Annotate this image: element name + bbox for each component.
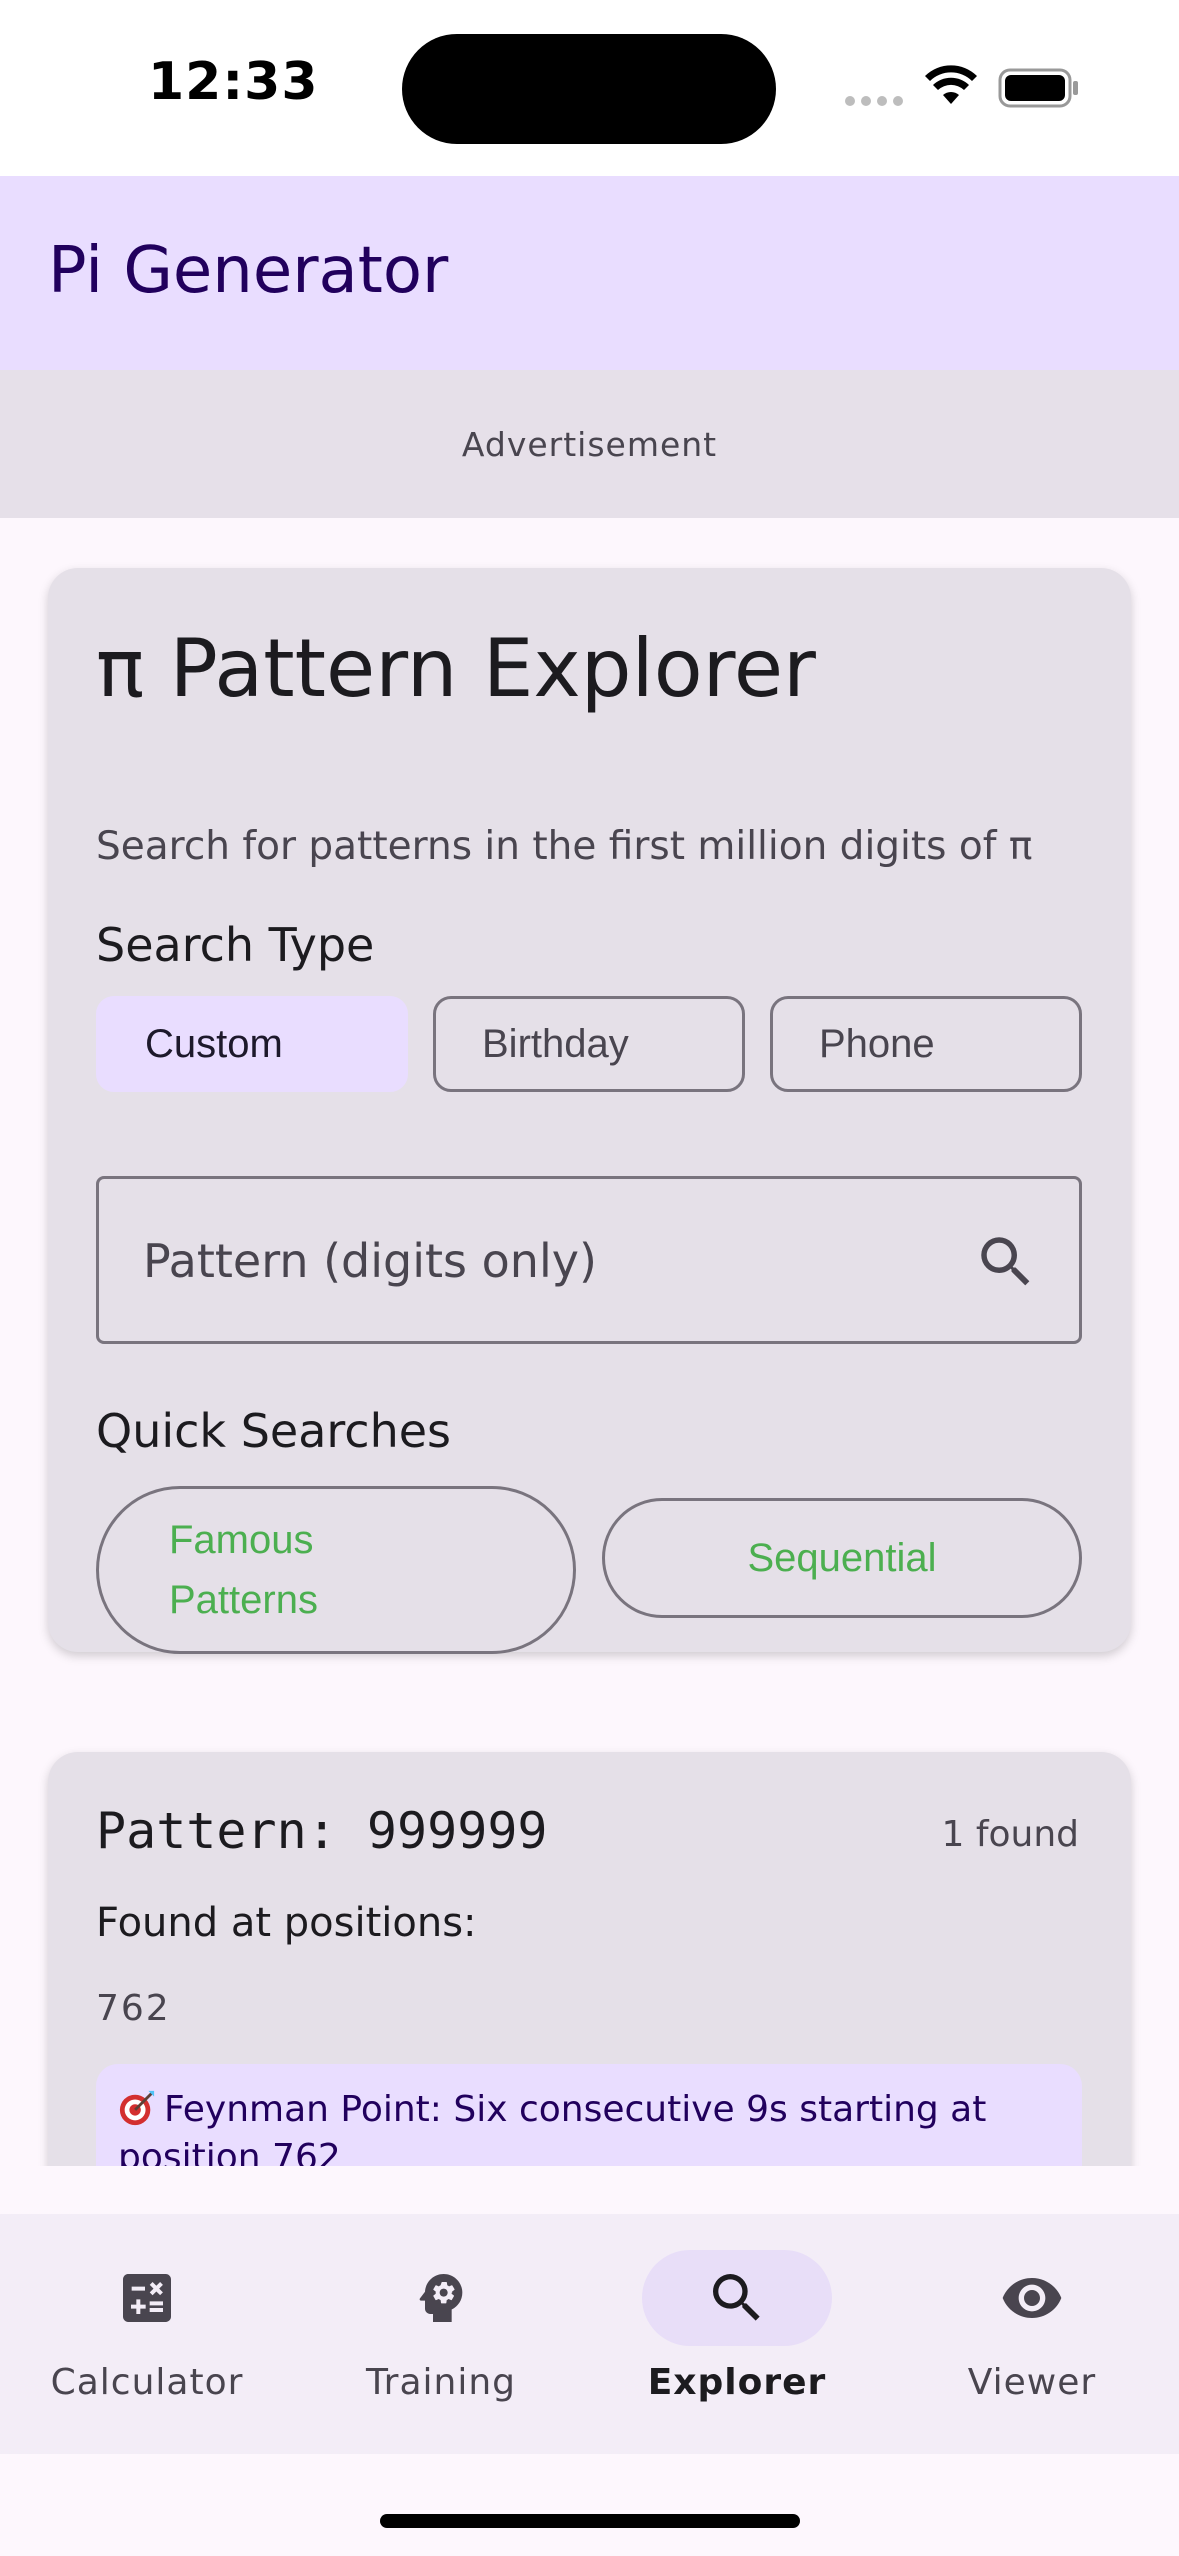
nav-label: Explorer	[647, 2362, 827, 2403]
scroll-content[interactable]: π Pattern Explorer Search for patterns i…	[0, 518, 1179, 2166]
pattern-title: Pattern: 999999	[96, 1802, 548, 1860]
search-type-label: Search Type	[96, 918, 375, 972]
segment-birthday[interactable]: Birthday	[433, 996, 745, 1092]
quick-search-famous-patterns[interactable]: Famous Patterns	[96, 1486, 576, 1654]
search-icon[interactable]	[973, 1229, 1039, 1295]
ad-banner[interactable]: Advertisement	[0, 370, 1179, 518]
nav-label: Calculator	[50, 2362, 244, 2403]
quick-searches-label: Quick Searches	[96, 1404, 451, 1458]
cellular-signal-icon	[845, 96, 905, 108]
found-count: 1 found	[941, 1814, 1079, 1855]
nav-label: Training	[365, 2362, 517, 2403]
calculator-icon	[123, 2274, 171, 2322]
ad-label: Advertisement	[461, 424, 718, 464]
wifi-icon	[925, 65, 977, 104]
segment-phone[interactable]: Phone	[770, 996, 1082, 1092]
status-time: 12:33	[148, 52, 319, 112]
app-bar: Pi Generator	[0, 176, 1179, 370]
note-text: Feynman Point: Six consecutive 9s starti…	[118, 2086, 1058, 2166]
nav-label: Viewer	[967, 2362, 1097, 2403]
nav-item-calculator[interactable]: Calculator	[0, 2214, 294, 2454]
pattern-explorer-card: π Pattern Explorer Search for patterns i…	[48, 568, 1131, 1654]
card-title: π Pattern Explorer	[96, 622, 816, 715]
results-card: Pattern: 999999 1 found Found at positio…	[48, 1752, 1131, 2166]
nav-item-viewer[interactable]: Viewer	[885, 2214, 1179, 2454]
pattern-input[interactable]	[143, 1219, 923, 1303]
quick-search-sequential[interactable]: Sequential	[602, 1498, 1082, 1618]
search-icon	[713, 2274, 760, 2321]
status-bar: 12:33	[0, 0, 1179, 176]
card-subtitle: Search for patterns in the first million…	[96, 824, 1033, 869]
positions-list: 762	[96, 1988, 171, 2029]
dynamic-island	[402, 34, 776, 144]
note-box: Feynman Point: Six consecutive 9s starti…	[96, 2064, 1082, 2166]
bottom-navigation: Calculator Training Explorer Viewer	[0, 2214, 1179, 2454]
app-title: Pi Generator	[48, 234, 449, 308]
brain-icon	[419, 2274, 463, 2322]
segment-custom[interactable]: Custom	[96, 996, 408, 1092]
quick-search-label: Famous Patterns	[169, 1518, 318, 1622]
home-indicator[interactable]	[380, 2514, 800, 2528]
battery-icon	[998, 68, 1078, 108]
nav-item-training[interactable]: Training	[294, 2214, 588, 2454]
pattern-search-field[interactable]	[96, 1176, 1082, 1344]
target-icon	[119, 2090, 155, 2126]
note-message: Feynman Point: Six consecutive 9s starti…	[118, 2089, 987, 2166]
nav-item-explorer[interactable]: Explorer	[590, 2214, 884, 2454]
found-positions-label: Found at positions:	[96, 1900, 477, 1946]
eye-icon	[1002, 2278, 1062, 2318]
